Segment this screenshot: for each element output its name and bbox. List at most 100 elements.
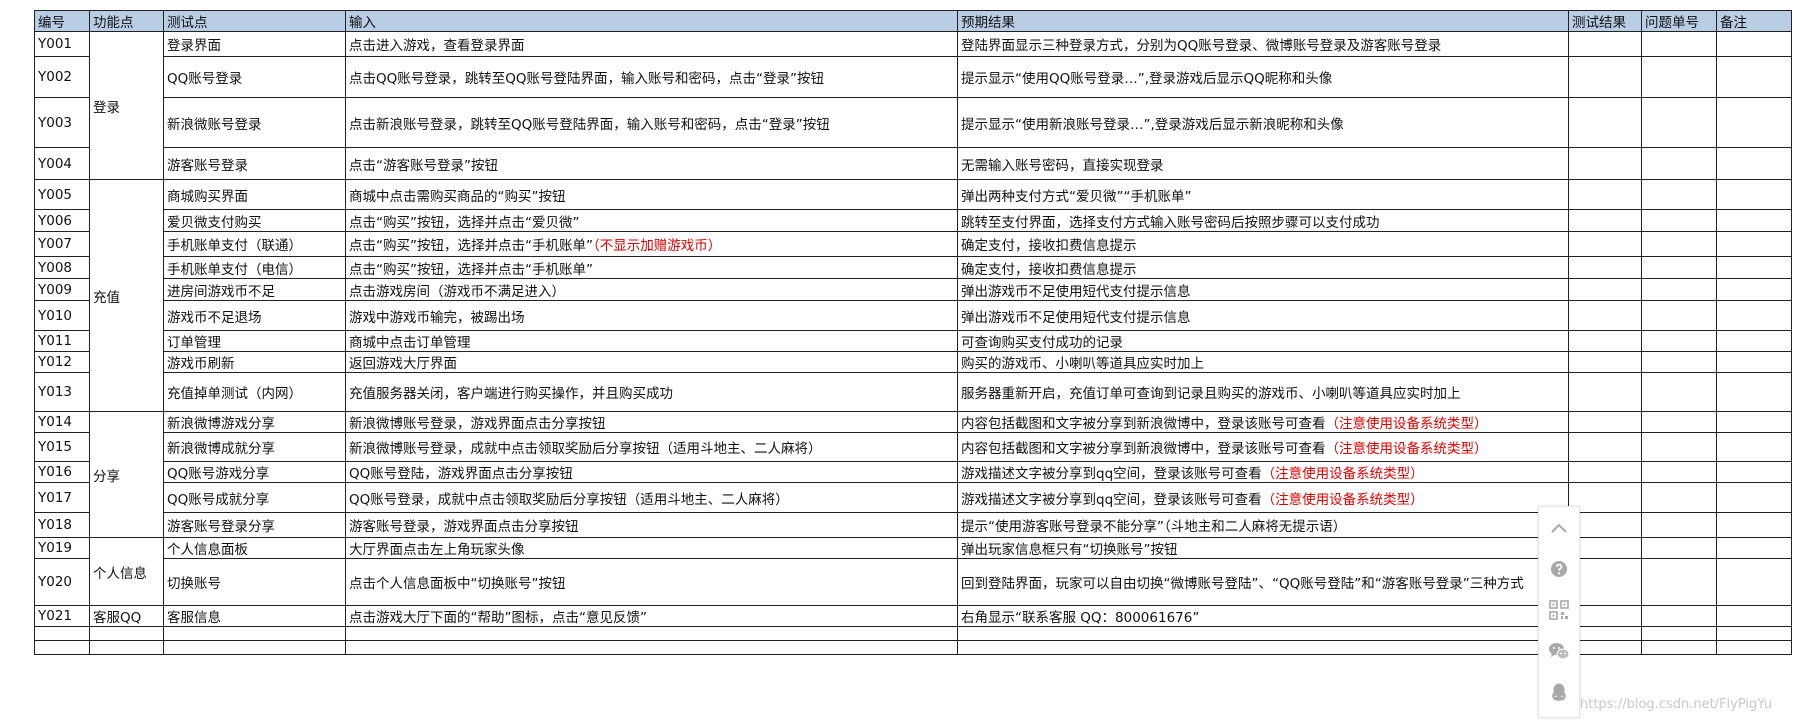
- remark-cell: [1716, 351, 1792, 373]
- expected-text: 确定支付，接收扣费信息提示: [961, 261, 1137, 278]
- feature-group: 充值: [89, 179, 164, 412]
- input-text: 点击新浪账号登录，跳转至QQ账号登陆界面，输入账号和密码，点击“登录”按钮: [349, 116, 830, 133]
- empty-cell: [957, 626, 1569, 641]
- test-result-cell: [1568, 300, 1642, 331]
- test-point: 游戏币不足退场: [163, 300, 346, 331]
- help-button[interactable]: [1539, 548, 1579, 589]
- table-row: Y013 充值掉单测试（内网） 充值服务器关闭，客户端进行购买操作，并且购买成功 服务…: [34, 372, 1792, 412]
- qr-code-button[interactable]: [1539, 589, 1579, 630]
- test-point: 新浪微博成就分享: [163, 432, 346, 462]
- issue-number-cell: [1641, 330, 1717, 352]
- case-id: Y014: [34, 411, 90, 433]
- test-result-cell: [1568, 147, 1642, 180]
- remark-cell: [1716, 256, 1792, 279]
- input-text: 点击“游客账号登录”按钮: [349, 157, 498, 174]
- expected-text: 可查询购买支付成功的记录: [961, 335, 1123, 351]
- table-row: Y021 客服QQ 客服信息 点击游戏大厅下面的“帮助”图标，点击“意见反馈” 右角显示…: [34, 605, 1792, 627]
- test-point: 游客账号登录分享: [163, 512, 346, 538]
- input-text: 点击游戏大厅下面的“帮助”图标，点击“意见反馈”: [349, 610, 647, 626]
- input-text: 商城中点击订单管理: [349, 335, 471, 351]
- qr-code-icon: [1549, 599, 1569, 620]
- header-remark: 备注: [1716, 10, 1792, 32]
- remark-cell: [1716, 432, 1792, 462]
- wechat-button[interactable]: [1539, 630, 1579, 671]
- input-text: 游戏中游戏币输完，被踢出场: [349, 309, 525, 326]
- test-result-cell: [1568, 330, 1642, 352]
- issue-number-cell: [1641, 147, 1717, 180]
- test-result-cell: [1568, 31, 1642, 57]
- expected-text: 服务器重新开启，充值订单可查询到记录且购买的游戏币、小喇叭等道具应实时加上: [961, 386, 1461, 402]
- expected-cell: 无需输入账号密码，直接实现登录: [957, 147, 1569, 180]
- expected-text: 回到登陆界面，玩家可以自由切换“微博账号登陆”、“QQ账号登陆”和“游客账号登录…: [961, 576, 1524, 592]
- test-point: 游戏币刷新: [163, 351, 346, 373]
- remark-cell: [1716, 482, 1792, 513]
- expected-text: 游戏描述文字被分享到qq空间，登录该账号可查看: [961, 466, 1262, 482]
- expected-text: 确定支付，接收扣费信息提示: [961, 238, 1137, 254]
- header-result: 测试结果: [1568, 10, 1642, 32]
- case-id: Y017: [34, 482, 90, 513]
- table-body: Y001 登录 登录界面 点击进入游戏，查看登录界面 登陆界面显示三种登录方式，分别为Q…: [34, 31, 1792, 655]
- table-row: Y002 QQ账号登录 点击QQ账号登录，跳转至QQ账号登陆界面，输入账号和密码，点…: [34, 56, 1792, 98]
- case-id: Y013: [34, 372, 90, 412]
- table-row: Y008 手机账单支付（电信） 点击“购买”按钮，选择并点击“手机账单” 确定支付，接…: [34, 256, 1792, 279]
- table-row: Y019 个人信息 个人信息面板 大厅界面点击左上角玩家头像 弹出玩家信息框只有“切换账…: [34, 537, 1792, 606]
- input-cell: 点击新浪账号登录，跳转至QQ账号登陆界面，输入账号和密码，点击“登录”按钮: [345, 97, 958, 148]
- table-row: Y016 QQ账号游戏分享 QQ账号登陆，游戏界面点击分享按钮 游戏描述文字被分享到q…: [34, 461, 1792, 483]
- expected-text: 提示显示“使用QQ账号登录…”,登录游戏后显示QQ昵称和头像: [961, 71, 1333, 87]
- expected-text: 弹出两种支付方式“爱贝微”“手机账单”: [961, 188, 1192, 205]
- empty-cell: [34, 640, 90, 655]
- issue-number-cell: [1641, 209, 1717, 232]
- expected-cell: 右角显示“联系客服 QQ：800061676”: [957, 605, 1569, 627]
- input-text: 充值服务器关闭，客户端进行购买操作，并且购买成功: [349, 386, 673, 402]
- case-id: Y012: [34, 351, 90, 373]
- test-point: 切换账号: [163, 558, 346, 606]
- input-text: 商城中点击需购买商品的“购买”按钮: [349, 188, 566, 205]
- input-text: 点击“购买”按钮，选择并点击“手机账单”: [349, 238, 593, 254]
- issue-number-cell: [1641, 461, 1717, 483]
- issue-number-cell: [1641, 482, 1717, 513]
- remark-cell: [1716, 56, 1792, 98]
- header-expected: 预期结果: [957, 10, 1569, 32]
- test-result-cell: [1568, 278, 1642, 301]
- expected-cell: 登陆界面显示三种登录方式，分别为QQ账号登录、微博账号登录及游客账号登录: [957, 31, 1569, 57]
- case-id: Y003: [34, 97, 90, 148]
- issue-number-cell: [1641, 300, 1717, 331]
- empty-cell: [163, 640, 346, 655]
- table-row: Y020 切换账号 点击个人信息面板中“切换账号”按钮 回到登陆界面，玩家可以自由切换…: [34, 558, 1792, 606]
- back-to-top-button[interactable]: [1539, 507, 1579, 548]
- expected-text: 弹出玩家信息框只有“切换账号”按钮: [961, 542, 1178, 558]
- issue-number-cell: [1641, 231, 1717, 257]
- input-text: 新浪微博账号登录，成就中点击领取奖励后分享按钮（适用斗地主、二人麻将）: [349, 441, 822, 457]
- expected-cell: 提示显示“使用QQ账号登录…”,登录游戏后显示QQ昵称和头像: [957, 56, 1569, 98]
- expected-text: 弹出游戏币不足使用短代支付提示信息: [961, 309, 1191, 326]
- table-row: Y004 游客账号登录 点击“游客账号登录”按钮 无需输入账号密码，直接实现登录: [34, 147, 1792, 180]
- side-toolbar: [1538, 506, 1580, 718]
- test-point: 新浪微博游戏分享: [163, 411, 346, 433]
- table-row: Y009 进房间游戏币不足 点击游戏房间（游戏币不满足进入） 弹出游戏币不足使用短代支…: [34, 278, 1792, 301]
- qq-button[interactable]: [1539, 671, 1579, 712]
- case-id: Y021: [34, 605, 90, 627]
- case-id: Y018: [34, 512, 90, 538]
- empty-row: [34, 640, 1792, 655]
- test-point: 手机账单支付（电信）: [163, 256, 346, 279]
- remark-cell: [1716, 537, 1792, 559]
- input-cell: 大厅界面点击左上角玩家头像: [345, 537, 958, 559]
- issue-number-cell: [1641, 256, 1717, 279]
- input-cell: 新浪微博账号登录，成就中点击领取奖励后分享按钮（适用斗地主、二人麻将）: [345, 432, 958, 462]
- expected-cell: 确定支付，接收扣费信息提示: [957, 256, 1569, 279]
- header-input: 输入: [345, 10, 958, 32]
- input-cell: 点击“购买”按钮，选择并点击“手机账单”（不显示加赠游戏币）: [345, 231, 958, 257]
- expected-cell: 服务器重新开启，充值订单可查询到记录且购买的游戏币、小喇叭等道具应实时加上: [957, 372, 1569, 412]
- expected-text: 登陆界面显示三种登录方式，分别为QQ账号登录、微博账号登录及游客账号登录: [961, 38, 1442, 54]
- issue-number-cell: [1641, 31, 1717, 57]
- empty-cell: [345, 626, 958, 641]
- table-row: Y018 游客账号登录分享 游客账号登录，游戏界面点击分享按钮 提示“使用游客账号登录…: [34, 512, 1792, 538]
- empty-cell: [1716, 640, 1792, 655]
- input-text: 点击“购买”按钮，选择并点击“手机账单”: [349, 261, 593, 278]
- input-cell: 充值服务器关闭，客户端进行购买操作，并且购买成功: [345, 372, 958, 412]
- expected-note: （注意使用设备系统类型）: [1261, 491, 1424, 508]
- remark-cell: [1716, 461, 1792, 483]
- issue-number-cell: [1641, 432, 1717, 462]
- input-cell: 点击“购买”按钮，选择并点击“手机账单”: [345, 256, 958, 279]
- feature-group: 分享: [89, 411, 164, 538]
